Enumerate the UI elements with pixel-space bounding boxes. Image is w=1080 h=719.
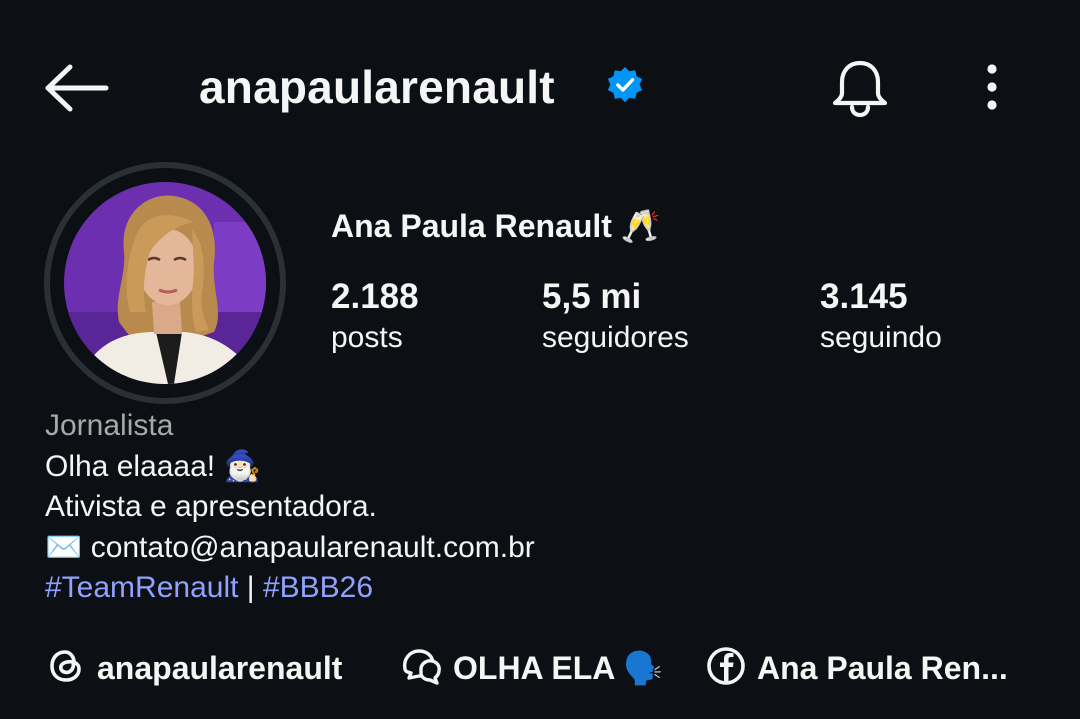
more-options-icon[interactable] <box>975 62 1009 112</box>
facebook-link[interactable]: Ana Paula Ren... <box>705 642 1008 694</box>
threads-link[interactable]: anapaularenault <box>45 642 342 694</box>
hashtag-bbb26[interactable]: #BBB26 <box>263 571 373 604</box>
broadcast-channel-label: OLHA ELA 🗣️ <box>453 650 663 686</box>
profile-full-name: Ana Paula Renault 🥂 <box>331 208 661 244</box>
followers-count-value: 5,5 mi <box>542 277 642 316</box>
hashtag-separator: | <box>246 571 255 604</box>
posts-count[interactable]: 2.188 posts <box>331 276 419 358</box>
profile-page: anapaularenault Ana Paula Renault 🥂 2.18… <box>0 0 1080 719</box>
bio-line-1: Olha elaaaa! 🧙🏻‍♂️ <box>45 449 261 483</box>
bio-contact-email[interactable]: ✉️ contato@anapaularenault.com.br <box>45 528 535 569</box>
broadcast-channel-icon <box>399 645 443 692</box>
following-count[interactable]: 3.145 seguindo <box>820 276 942 358</box>
posts-count-label: posts <box>331 321 403 354</box>
profile-username: anapaularenault <box>199 61 555 113</box>
notification-bell-icon[interactable] <box>829 58 891 118</box>
bio-line-2: Ativista e apresentadora. <box>45 490 377 523</box>
threads-link-label: anapaularenault <box>97 649 343 686</box>
following-count-label: seguindo <box>820 321 942 354</box>
facebook-icon <box>705 645 747 692</box>
hashtag-teamrenault[interactable]: #TeamRenault <box>45 571 238 604</box>
following-count-value: 3.145 <box>820 277 908 316</box>
verified-badge-icon <box>606 66 644 104</box>
profile-bio: Jornalista Olha elaaaa! 🧙🏻‍♂️ Ativista e… <box>45 406 535 609</box>
profile-avatar[interactable] <box>64 182 266 384</box>
facebook-link-label: Ana Paula Ren... <box>757 649 1008 686</box>
back-arrow-icon[interactable] <box>44 62 110 114</box>
followers-count[interactable]: 5,5 mi seguidores <box>542 276 689 358</box>
bio-hashtags: #TeamRenault | #BBB26 <box>45 568 535 609</box>
threads-icon <box>45 645 87 692</box>
followers-count-label: seguidores <box>542 321 689 354</box>
posts-count-value: 2.188 <box>331 277 419 316</box>
broadcast-channel-link[interactable]: OLHA ELA 🗣️ <box>399 642 663 694</box>
profile-category: Jornalista <box>45 409 174 442</box>
